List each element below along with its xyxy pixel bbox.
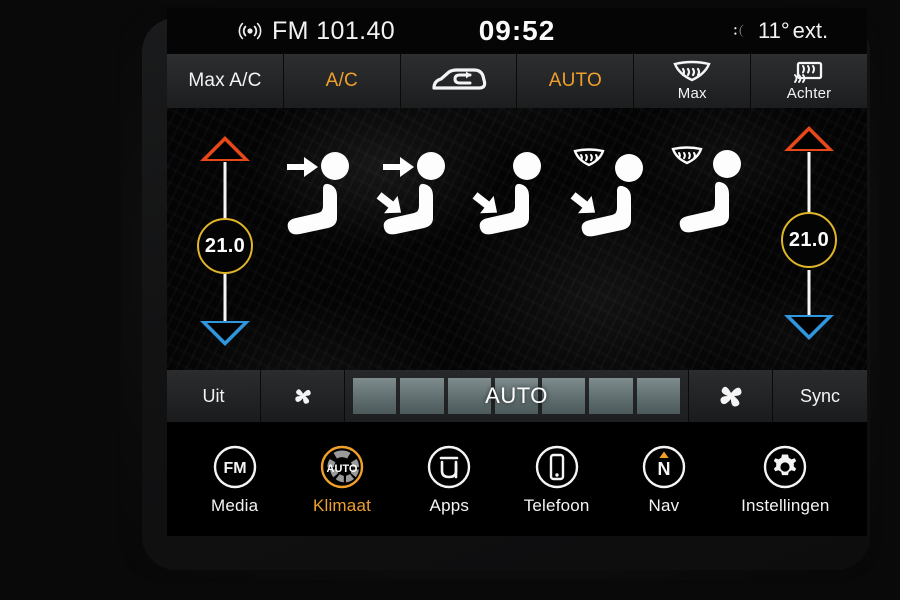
uconnect-apps-icon xyxy=(425,443,473,491)
fan-speed-bar[interactable]: AUTO xyxy=(345,370,689,422)
exterior-temp-value: 11° xyxy=(758,18,790,43)
rear-defrost-icon xyxy=(792,61,826,85)
nav-label-telefoon: Telefoon xyxy=(523,495,590,515)
fm-radio-icon: FM xyxy=(211,443,259,491)
rear-defrost-label: Achter xyxy=(786,84,832,102)
fan-off-label: Uit xyxy=(202,385,225,406)
clock-label: 09:52 xyxy=(478,15,556,46)
recirculation-icon xyxy=(430,66,488,96)
nav-item-apps[interactable]: Apps xyxy=(399,443,499,516)
nav-item-klimaat[interactable]: AUTO Klimaat xyxy=(292,443,392,516)
exterior-temperature: 11° ext. xyxy=(732,18,828,44)
driver-temp-value-bubble[interactable]: 21.0 xyxy=(197,218,253,274)
fan-off-button[interactable]: Uit xyxy=(167,370,261,422)
passenger-temp-track-upper xyxy=(807,152,811,214)
max-ac-label: Max A/C xyxy=(188,70,262,91)
airflow-defrost-feet-button[interactable] xyxy=(567,138,659,268)
fan-auto-label: AUTO xyxy=(485,383,548,408)
svg-text:FM: FM xyxy=(223,460,246,477)
nav-label-klimaat: Klimaat xyxy=(312,495,372,515)
fan-control-row: Uit AUTO Sync xyxy=(167,370,867,422)
svg-text:N: N xyxy=(657,459,670,479)
status-bar: FM 101.40 09:52 11° ext. xyxy=(167,8,867,54)
fan-large-icon xyxy=(716,381,746,411)
fan-decrease-button[interactable] xyxy=(261,370,345,422)
driver-temp-track-lower xyxy=(223,274,227,328)
nav-label-apps: Apps xyxy=(429,495,470,515)
passenger-temp-value: 21.0 xyxy=(788,228,830,251)
passenger-temp-value-bubble[interactable]: 21.0 xyxy=(781,212,837,268)
airflow-face-feet-button[interactable] xyxy=(375,138,467,268)
auto-label: AUTO xyxy=(548,70,603,91)
fan-small-icon xyxy=(292,385,314,407)
passenger-temp-up-button[interactable] xyxy=(784,126,834,151)
fan-increase-button[interactable] xyxy=(689,370,773,422)
nav-item-instellingen[interactable]: Instellingen xyxy=(721,443,849,516)
rear-defrost-button[interactable]: Achter xyxy=(751,54,867,108)
compass-nav-icon: N xyxy=(640,443,688,491)
airflow-face-button[interactable] xyxy=(279,138,371,268)
airflow-mode-selector xyxy=(279,138,755,338)
driver-temp-down-button[interactable] xyxy=(200,321,250,346)
svg-text:AUTO: AUTO xyxy=(327,463,358,475)
nav-label-instellingen: Instellingen xyxy=(741,495,830,515)
infotainment-screen: FM 101.40 09:52 11° ext. Max A/C A/C AUT… xyxy=(167,8,867,536)
nav-item-nav[interactable]: N Nav xyxy=(614,443,714,516)
auto-climate-button[interactable]: AUTO xyxy=(517,54,635,108)
nav-label-media: Media xyxy=(211,495,259,515)
max-ac-button[interactable]: Max A/C xyxy=(167,54,284,108)
climate-auto-icon: AUTO xyxy=(318,443,366,491)
driver-temp-track-upper xyxy=(223,162,227,220)
driver-temp-value: 21.0 xyxy=(204,234,246,257)
driver-temperature-control: 21.0 xyxy=(177,122,273,352)
front-defrost-icon xyxy=(672,60,712,85)
nav-item-media[interactable]: FM Media xyxy=(185,443,285,516)
ac-button[interactable]: A/C xyxy=(283,54,401,108)
front-defrost-icon xyxy=(671,146,703,165)
gear-icon xyxy=(761,443,809,491)
sync-button[interactable]: Sync xyxy=(773,370,867,422)
exterior-temp-unit: ext. xyxy=(792,18,829,43)
passenger-temperature-control: 21.0 xyxy=(761,122,857,352)
ac-label: A/C xyxy=(325,70,358,91)
max-defrost-button[interactable]: Max xyxy=(634,54,752,108)
bottom-navigation-bar: FM Media AUTO Klimaat Apps Telefoon N Na… xyxy=(167,422,867,536)
sync-label: Sync xyxy=(799,385,841,406)
driver-temp-up-button[interactable] xyxy=(200,136,250,161)
max-defrost-label: Max xyxy=(677,84,707,102)
nav-item-telefoon[interactable]: Telefoon xyxy=(507,443,607,516)
screenshot-root: FM 101.40 09:52 11° ext. Max A/C A/C AUT… xyxy=(0,0,900,600)
climate-main-area: 21.0 21.0 xyxy=(167,108,867,370)
climate-top-button-row: Max A/C A/C AUTO Max Achter xyxy=(167,54,867,108)
recirculation-button[interactable] xyxy=(400,54,518,108)
nav-label-nav: Nav xyxy=(648,495,680,515)
passenger-temp-down-button[interactable] xyxy=(784,315,834,340)
airflow-defrost-button[interactable] xyxy=(663,138,755,268)
phone-icon xyxy=(533,443,581,491)
moon-icon xyxy=(732,22,749,40)
front-defrost-icon xyxy=(573,148,605,167)
airflow-feet-button[interactable] xyxy=(471,138,563,268)
